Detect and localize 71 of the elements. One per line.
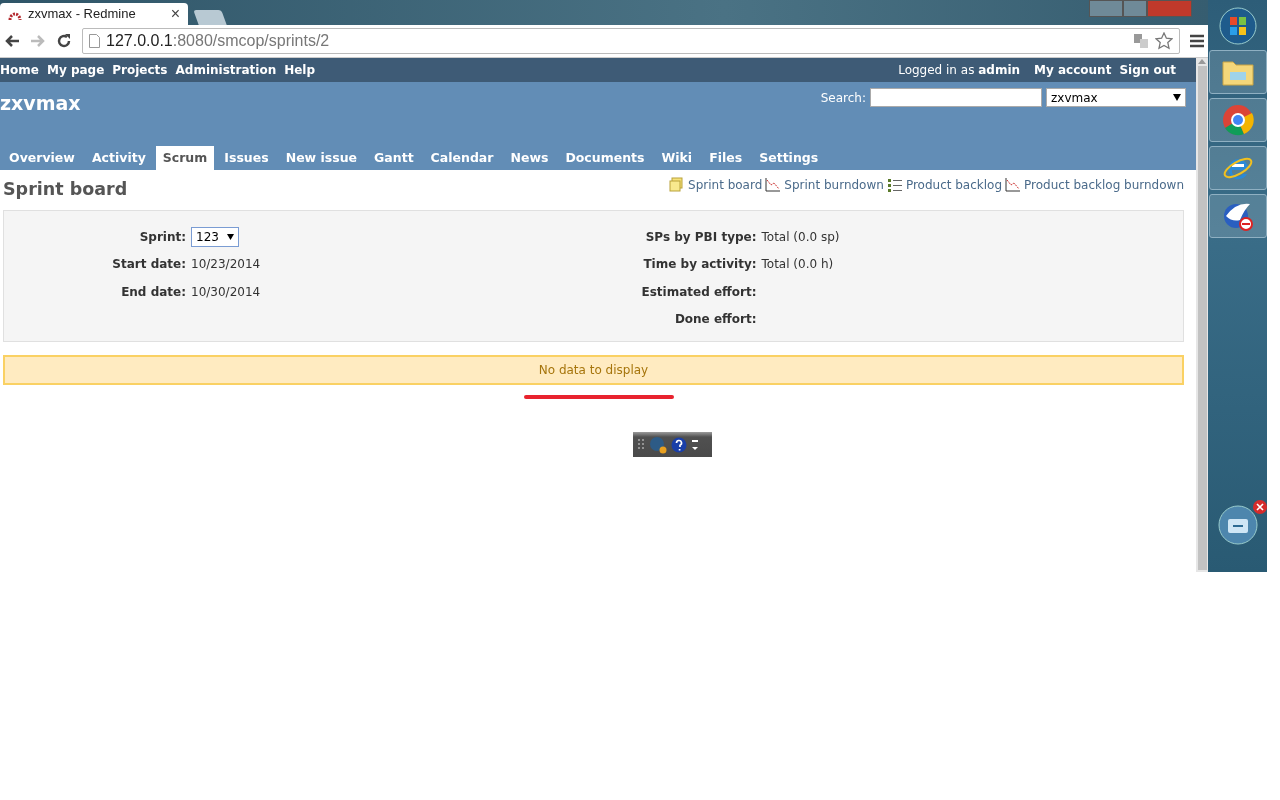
help-icon[interactable] (671, 436, 687, 453)
field-label: Time by activity: (642, 256, 758, 274)
search-label: Search: (820, 89, 866, 107)
project-tab[interactable]: News (503, 146, 556, 170)
menu-icon[interactable] (1190, 34, 1204, 48)
line-chart-icon (765, 177, 782, 193)
field-label: SPs by PBI type: (644, 228, 758, 246)
taskbar-button[interactable] (1208, 146, 1267, 190)
project-tab[interactable]: Calendar (423, 146, 501, 170)
account-link[interactable]: My account (1034, 61, 1112, 79)
project-select[interactable]: zxvmax (1046, 88, 1186, 107)
project-tab[interactable]: Activity (84, 146, 153, 170)
project-tab[interactable]: Files (702, 146, 750, 170)
top-menu-link[interactable]: Administration (175, 61, 277, 79)
field-label: End date: (120, 283, 187, 301)
field-label: Estimated effort: (640, 283, 758, 301)
field-value: 10/30/2014 (191, 283, 261, 301)
page-link[interactable]: Product backlog (905, 176, 1003, 194)
page-link[interactable]: Sprint board (688, 176, 763, 194)
search-field[interactable] (870, 88, 1042, 107)
page-title: Sprint board (3, 179, 128, 200)
notes-icon (669, 177, 686, 193)
taskbar-button[interactable] (1208, 98, 1267, 142)
page-icon (89, 34, 100, 48)
caret-icon (1173, 94, 1181, 101)
top-menu-link[interactable]: Help (284, 61, 316, 79)
project-title: zxvmax (0, 92, 81, 115)
field-label: Done effort: (673, 311, 758, 329)
field-label: Sprint: (138, 228, 187, 246)
page-link[interactable]: Sprint burndown (784, 176, 884, 194)
page-link[interactable]: Product backlog burndown (1024, 176, 1184, 194)
close-badge-icon[interactable] (1252, 500, 1267, 514)
project-tab[interactable]: Scrum (155, 146, 215, 170)
top-menu-link[interactable]: My page (46, 61, 105, 79)
top-menu-link[interactable]: Home (0, 61, 39, 79)
logged-in-text: Logged in as admin (898, 62, 1021, 79)
list-icon (886, 177, 903, 193)
project-tab[interactable]: Documents (558, 146, 652, 170)
back-arrow-icon[interactable] (4, 34, 20, 48)
project-tab[interactable]: Issues (217, 146, 276, 170)
taskbar-button[interactable] (1208, 194, 1267, 238)
new-tab-button[interactable] (193, 10, 227, 25)
start-orb-icon[interactable] (1217, 6, 1258, 46)
star-icon[interactable] (1155, 32, 1173, 50)
folder-icon (1221, 58, 1254, 86)
tab-title: zxvmax - Redmine (28, 5, 137, 24)
field-value: 10/23/2014 (191, 256, 261, 274)
project-tab[interactable]: Overview (2, 146, 82, 170)
project-tab[interactable]: Wiki (654, 146, 700, 170)
project-tab[interactable]: Gantt (367, 146, 421, 170)
close-tab-button[interactable]: × (170, 2, 180, 26)
caret-icon (227, 233, 234, 240)
line-chart-icon (1005, 177, 1022, 193)
sprint-select[interactable]: 123 (191, 226, 239, 247)
field-value: Total (0.0 sp) (761, 228, 840, 246)
address-bar[interactable]: 127.0.0.1:8080/smcop/sprints/2 (82, 28, 1180, 54)
account-link[interactable]: Sign out (1119, 61, 1176, 79)
project-tab[interactable]: New issue (278, 146, 365, 170)
minimize-caret-icon[interactable] (691, 437, 699, 452)
scrollbar[interactable] (1196, 58, 1208, 572)
no-data-notice: No data to display (3, 355, 1184, 385)
browser-logo-icon (1221, 104, 1254, 136)
field-value: Total (0.0 h) (761, 256, 834, 274)
reload-icon[interactable] (56, 33, 72, 49)
scroll-up-arrow-icon[interactable] (1198, 58, 1206, 64)
top-menu-link[interactable]: Projects (112, 61, 168, 79)
project-tab[interactable]: Settings (752, 146, 826, 170)
translate-icon[interactable] (1133, 33, 1149, 49)
field-label: Start date: (111, 256, 187, 274)
grip-icon[interactable] (637, 437, 645, 452)
browser-tab[interactable]: zxvmax - Redmine × (0, 3, 188, 25)
